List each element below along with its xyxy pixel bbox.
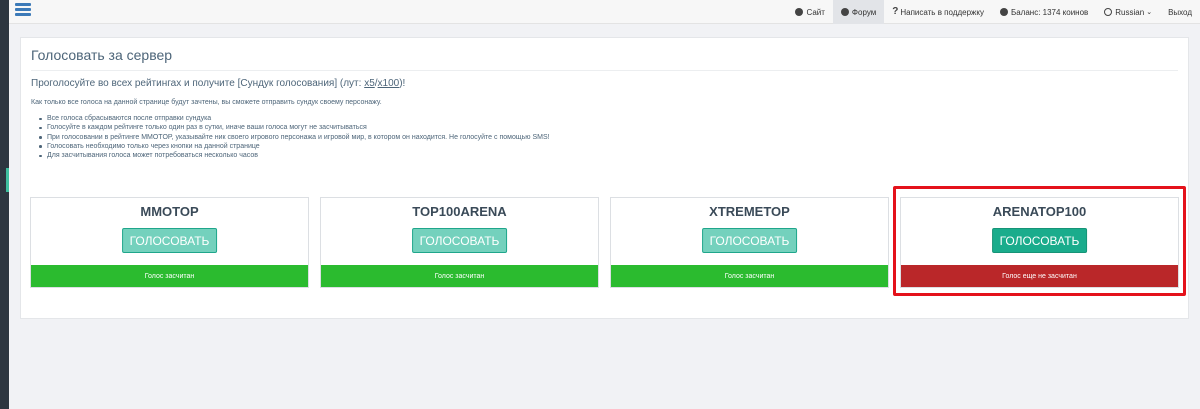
nav-balance-label: Баланс: 1374 коинов xyxy=(1010,7,1089,17)
nav-forum-label: Форум xyxy=(851,7,877,17)
nav-balance-link[interactable]: Баланс: 1374 коинов xyxy=(992,0,1096,24)
nav-forum-link[interactable]: Форум xyxy=(832,0,885,24)
vote-status-badge: Голос засчитан xyxy=(321,265,598,287)
vote-site-name: XTREMETOP xyxy=(709,204,790,219)
vote-reward-text: Проголосуйте во всех рейтингах и получит… xyxy=(31,78,405,89)
chevron-down-icon: ⌄ xyxy=(1146,9,1153,16)
globe-icon xyxy=(1104,8,1113,16)
vote-site-name: ARENATOP100 xyxy=(992,204,1087,219)
vote-status-badge: Голос засчитан xyxy=(31,265,308,287)
top-navbar: Сайт Форум ? Написать в поддержку Баланс… xyxy=(9,0,1200,24)
vote-button-top100arena[interactable]: ГОЛОСОВАТЬ xyxy=(411,228,508,253)
list-item: Все голоса сбрасываются после отправки с… xyxy=(39,114,550,123)
vote-info-text: Как только все голоса на данной странице… xyxy=(31,99,382,106)
vote-button-mmotop[interactable]: ГОЛОСОВАТЬ xyxy=(121,228,218,253)
nav-support-link[interactable]: ? Написать в поддержку xyxy=(884,0,992,24)
lead-text-end: )! xyxy=(399,78,406,89)
vote-status-badge: Голос засчитан xyxy=(611,265,888,287)
nav-site-label: Сайт xyxy=(806,7,825,17)
circle-arrow-icon xyxy=(795,8,804,16)
sidebar-active-marker xyxy=(6,168,9,192)
vote-button-xtremetop[interactable]: ГОЛОСОВАТЬ xyxy=(701,228,798,253)
loot-x100-link[interactable]: x100 xyxy=(378,78,400,89)
vote-status-badge: Голос еще не засчитан xyxy=(901,265,1178,287)
vote-card-mmotop: MMOTOP ГОЛОСОВАТЬ Голос засчитан xyxy=(30,197,309,288)
list-item: При голосовании в рейтинге MMOTOP, указы… xyxy=(39,133,550,142)
vote-panel: Голосовать за сервер Проголосуйте во все… xyxy=(20,37,1189,319)
loot-x5-link[interactable]: x5 xyxy=(364,78,375,89)
vote-site-name: MMOTOP xyxy=(140,204,199,219)
page-title: Голосовать за сервер xyxy=(31,47,173,63)
menu-icon[interactable] xyxy=(15,1,33,19)
list-item: Для засчитывания голоса может потребоват… xyxy=(39,151,550,160)
language-dropdown[interactable]: Russian ⌄ xyxy=(1096,0,1160,24)
sidebar-strip xyxy=(0,0,9,409)
circle-arrow-icon xyxy=(840,8,849,16)
vote-rules-list: Все голоса сбрасываются после отправки с… xyxy=(39,114,550,160)
vote-card-xtremetop: XTREMETOP ГОЛОСОВАТЬ Голос засчитан xyxy=(610,197,889,288)
vote-card-top100arena: TOP100ARENA ГОЛОСОВАТЬ Голос засчитан xyxy=(320,197,599,288)
lead-text-start: Проголосуйте во всех рейтингах и получит… xyxy=(31,78,365,89)
nav-site-link[interactable]: Сайт xyxy=(787,0,832,24)
vote-card-arenatop100: ARENATOP100 ГОЛОСОВАТЬ Голос еще не засч… xyxy=(900,197,1179,288)
vote-button-arenatop100[interactable]: ГОЛОСОВАТЬ xyxy=(991,228,1088,253)
list-item: Голосовать необходимо только через кнопк… xyxy=(39,142,550,151)
vote-site-name: TOP100ARENA xyxy=(412,204,507,219)
logout-link[interactable]: Выход xyxy=(1160,0,1200,24)
top-nav: Сайт Форум ? Написать в поддержку Баланс… xyxy=(787,0,1200,24)
list-item: Голосуйте в каждом рейтинге только один … xyxy=(39,123,550,132)
logout-label: Выход xyxy=(1168,7,1192,17)
nav-support-label: Написать в поддержку xyxy=(900,7,984,17)
title-divider xyxy=(31,70,1178,71)
question-icon: ? xyxy=(892,6,899,17)
coins-icon xyxy=(999,8,1008,16)
language-label: Russian xyxy=(1115,7,1145,17)
